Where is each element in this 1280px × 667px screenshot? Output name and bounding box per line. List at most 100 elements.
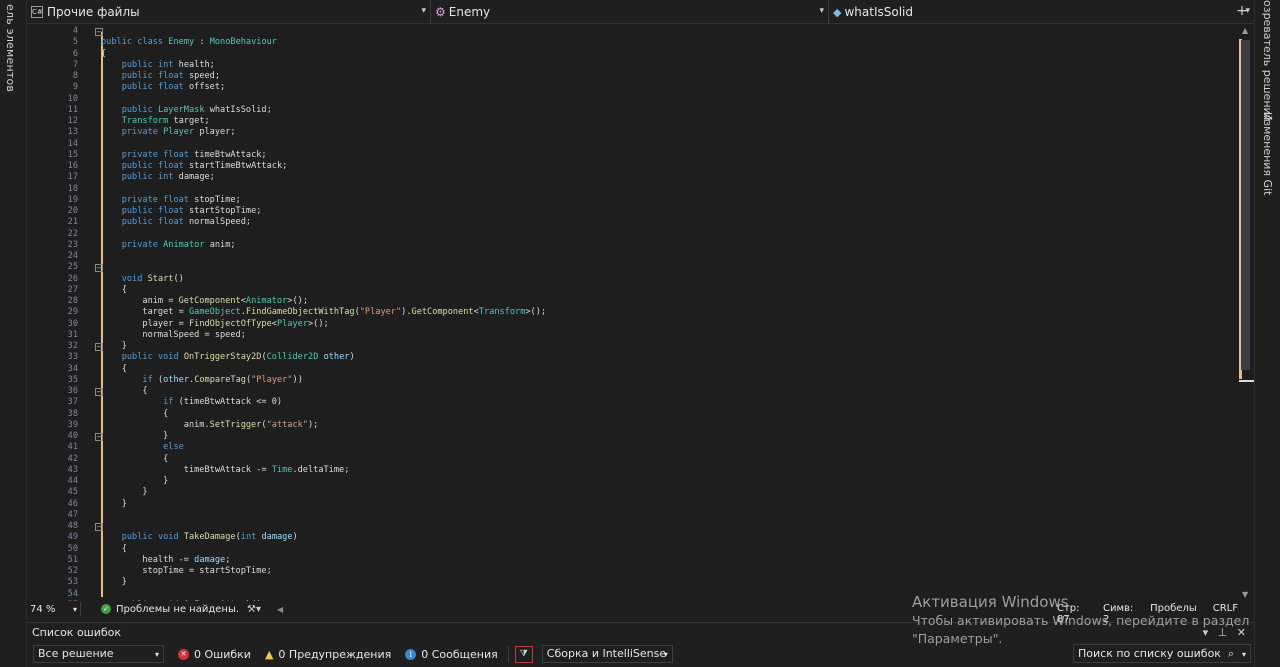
code-line[interactable]: stopTime = startStopTime; (101, 566, 271, 577)
warning-icon: ▲ (264, 647, 274, 661)
code-line[interactable]: { (101, 49, 106, 60)
zoom-dropdown[interactable]: 74 % ▾ (27, 602, 81, 616)
scope-dropdown[interactable]: Все решение ▾ (33, 645, 164, 663)
code-line[interactable]: anim = GetComponent<Animator>(); (101, 296, 308, 307)
code-line[interactable]: Transform target; (101, 116, 210, 127)
csharp-file-icon: C# (31, 6, 43, 18)
code-line[interactable]: { (101, 544, 127, 555)
code-line[interactable]: health -= damage; (101, 555, 230, 566)
line-number: 16 (67, 161, 78, 171)
code-line[interactable]: } (101, 476, 168, 487)
vertical-scrollbar[interactable]: ▲ ▼ (1239, 24, 1254, 601)
scroll-up-icon[interactable]: ▲ (1242, 26, 1248, 35)
fold-toggle-icon[interactable]: − (95, 432, 103, 441)
code-line[interactable]: void Start() (101, 274, 184, 285)
code-editor[interactable]: 4 5 6 7 8 9 10 11 12 13 14 15 16 17 18 19 20 21 22 23 24 25 26… (27, 24, 1239, 601)
line-number: 47 (67, 509, 78, 520)
code-line[interactable]: } (101, 499, 127, 510)
code-line[interactable]: if (timeBtwAttack <= 0) (101, 397, 282, 408)
code-line[interactable]: else (101, 442, 184, 453)
messages-filter-button[interactable]: i 0 Сообщения (405, 648, 498, 661)
line-number: 48 (67, 521, 78, 531)
code-line[interactable]: } (101, 577, 127, 588)
line-number: 36 (67, 386, 78, 396)
member-dropdown[interactable]: ◆ whatIsSolid ▾ (829, 0, 1254, 24)
line-number: 5 (72, 37, 78, 48)
project-dropdown[interactable]: C# Прочие файлы ▾ (27, 0, 431, 24)
fold-toggle-icon[interactable]: − (95, 27, 103, 36)
code-line[interactable]: { (101, 364, 127, 375)
line-number: 31 (67, 329, 78, 340)
watermark-line-1: Чтобы активировать Windows, перейдите в … (912, 613, 1250, 628)
error-list-title-text: Список ошибок (32, 626, 122, 639)
code-line[interactable]: public void OnTriggerStay2D(Collider2D o… (101, 352, 355, 363)
line-number: 34 (67, 363, 78, 374)
chevron-down-icon: ▾ (154, 650, 159, 659)
code-line[interactable]: public float startStopTime; (101, 206, 262, 217)
fold-toggle-icon[interactable]: − (95, 387, 103, 396)
warnings-filter-button[interactable]: ▲ 0 Предупреждения (265, 648, 391, 661)
toolbar-divider (507, 646, 509, 662)
code-line[interactable]: anim.SetTrigger("attack"); (101, 420, 319, 431)
code-line[interactable]: public int damage; (101, 172, 215, 183)
toolbox-tab[interactable]: ель элементов (4, 4, 17, 92)
line-number: 12 (67, 116, 78, 126)
filter-icon[interactable]: ⧩ (514, 645, 533, 663)
line-number: 30 (67, 318, 78, 329)
issues-indicator[interactable]: ✓ Проблемы не найдены. ⚒▾ ◀ (81, 604, 291, 615)
line-number: 13 (67, 127, 78, 138)
code-line[interactable]: public float startTimeBtwAttack; (101, 161, 288, 172)
project-dropdown-label: Прочие файлы (47, 5, 140, 19)
line-number: 32 (67, 341, 78, 351)
code-area[interactable]: public class Enemy : MonoBehaviour{ publ… (101, 24, 1201, 601)
line-number: 43 (67, 464, 78, 475)
solution-explorer-tab[interactable]: озреватель решений (1261, 0, 1274, 122)
scrollbar-thumb[interactable] (1241, 40, 1250, 370)
line-number: 27 (67, 284, 78, 295)
fold-toggle-icon[interactable]: − (95, 342, 103, 351)
line-number: 52 (67, 566, 78, 576)
class-dropdown[interactable]: ⚙ Enemy ▾ (431, 0, 829, 24)
code-line[interactable]: timeBtwAttack -= Time.deltaTime; (101, 465, 350, 476)
code-line[interactable]: public class Enemy : MonoBehaviour (101, 37, 277, 48)
code-line[interactable]: { (101, 386, 147, 397)
build-source-dropdown[interactable]: Сборка и IntelliSense ▾ (541, 645, 673, 663)
code-line[interactable]: { (101, 409, 168, 420)
line-number: 33 (67, 352, 78, 363)
line-number-gutter: 4 5 6 7 8 9 10 11 12 13 14 15 16 17 18 19 20 21 22 23 24 25 26… (27, 24, 78, 601)
code-line[interactable]: private float stopTime; (101, 195, 241, 206)
code-line[interactable]: public float normalSpeed; (101, 217, 251, 228)
fold-toggle-icon[interactable]: − (95, 522, 103, 531)
fold-toggle-icon[interactable]: − (95, 263, 103, 272)
git-changes-tab[interactable]: Изменения Git (1261, 112, 1274, 195)
code-line[interactable]: public LayerMask whatIsSolid; (101, 105, 272, 116)
code-line[interactable]: private float timeBtwAttack; (101, 150, 267, 161)
code-line[interactable]: public float offset; (101, 82, 226, 93)
line-number: 51 (67, 554, 78, 565)
code-line[interactable]: public void TakeDamage(int damage) (101, 532, 298, 543)
code-line[interactable]: normalSpeed = speed; (101, 330, 245, 341)
errors-filter-button[interactable]: ✕ 0 Ошибки (178, 648, 251, 661)
code-line[interactable]: private Player player; (101, 127, 236, 138)
member-dropdown-label: whatIsSolid (844, 5, 913, 19)
code-line[interactable]: public int health; (101, 60, 215, 71)
code-line[interactable]: { (101, 454, 168, 465)
line-number: 11 (67, 104, 78, 115)
code-line[interactable]: } (101, 341, 127, 352)
code-line[interactable]: public float speed; (101, 71, 220, 82)
line-number: 26 (67, 273, 78, 284)
code-line[interactable]: } (101, 487, 147, 498)
line-number: 42 (67, 453, 78, 464)
code-line[interactable]: } (101, 431, 168, 442)
warnings-count: 0 Предупреждения (278, 647, 392, 661)
code-line[interactable]: { (101, 285, 127, 296)
code-line[interactable]: player = FindObjectOfType<Player>(); (101, 319, 328, 330)
split-editor-icon[interactable]: + (1235, 4, 1249, 20)
code-line[interactable]: target = GameObject.FindGameObjectWithTa… (101, 307, 546, 318)
code-line[interactable]: if (other.CompareTag("Player")) (101, 375, 302, 386)
line-number: 18 (67, 183, 78, 194)
scroll-left-icon[interactable]: ◀ (277, 605, 283, 614)
code-cleanup-icon[interactable]: ⚒▾ (247, 604, 261, 615)
line-number: 29 (67, 307, 78, 318)
code-line[interactable]: private Animator anim; (101, 240, 236, 251)
